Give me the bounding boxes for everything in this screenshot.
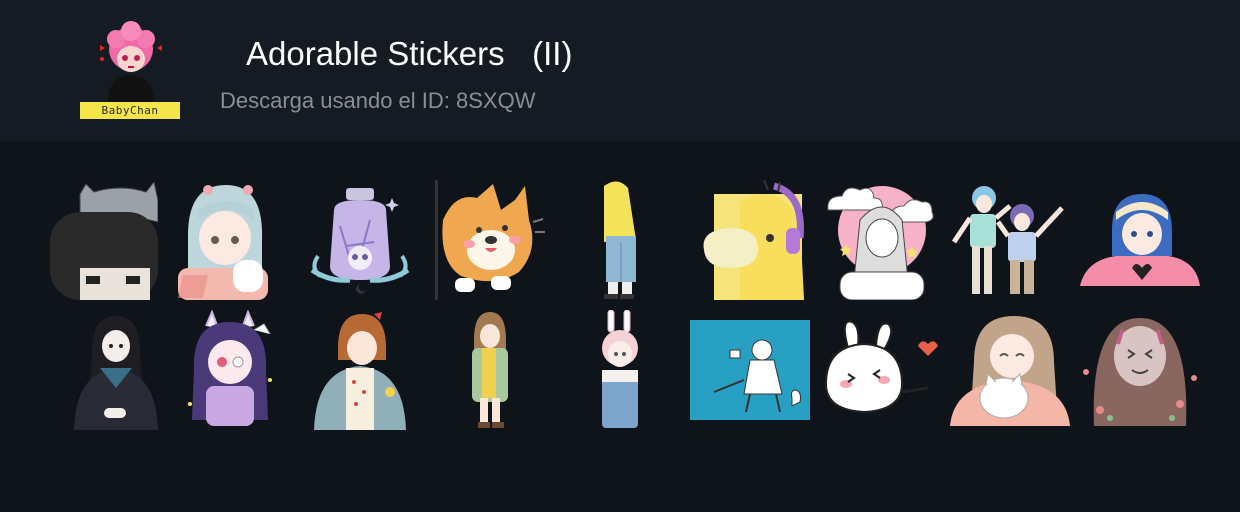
- skull-jar-sticker[interactable]: [300, 186, 420, 298]
- corgi-sticker[interactable]: [435, 180, 547, 300]
- girl-with-clouds-sketch-sticker[interactable]: [826, 180, 934, 300]
- download-id-text: Descarga usando el ID: 8SXQW: [220, 88, 536, 113]
- pink-haired-girl-avatar-icon: [100, 21, 162, 102]
- bunny-ear-girl-sticker[interactable]: [594, 310, 646, 430]
- yellow-hoodie-person-sticker[interactable]: [598, 180, 640, 300]
- silver-haired-girl-sticker[interactable]: [178, 180, 268, 300]
- pack-title: Adorable Stickers (II): [246, 35, 573, 72]
- girl-in-denim-jacket-sticker[interactable]: [314, 312, 406, 430]
- girl-with-scarf-sticker[interactable]: [468, 310, 514, 430]
- girl-hugging-cat-sticker[interactable]: [950, 314, 1070, 426]
- blue-haired-girl-heart-hands-sticker[interactable]: [1080, 190, 1200, 288]
- pack-header: [0, 0, 1240, 141]
- girl-in-black-uniform-sticker[interactable]: [70, 312, 160, 430]
- boy-crouching-on-blue-sticker[interactable]: [690, 320, 810, 420]
- demon-horn-girl-sticker[interactable]: [182, 310, 278, 430]
- author-avatar[interactable]: BabyChan: [78, 17, 184, 123]
- no-face-spirit-sticker[interactable]: [1080, 314, 1200, 430]
- dancing-boys-sticker[interactable]: [950, 182, 1072, 296]
- white-rabbit-heart-sticker[interactable]: [818, 318, 942, 424]
- author-tag: BabyChan: [80, 102, 180, 119]
- psyduck-with-headphones-sticker[interactable]: [700, 180, 804, 300]
- girl-with-cat-on-head-sticker[interactable]: [50, 182, 158, 300]
